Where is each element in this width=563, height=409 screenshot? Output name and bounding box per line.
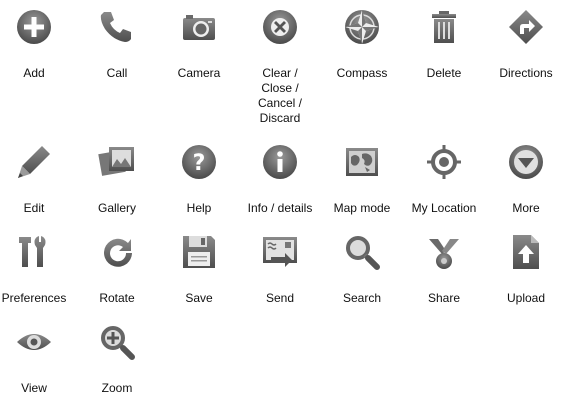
camera-icon — [180, 8, 218, 46]
map-icon — [343, 143, 381, 181]
upload-label: Upload — [506, 291, 546, 305]
upload-icon — [507, 233, 545, 271]
edit-label: Edit — [23, 201, 45, 215]
save-label: Save — [185, 291, 213, 305]
phone-icon — [98, 8, 136, 46]
call-label: Call — [106, 66, 128, 80]
share-icon — [425, 233, 463, 271]
mylocation-label: My Location — [411, 201, 477, 215]
zoom-in-icon — [98, 323, 136, 361]
compass-label: Compass — [336, 66, 388, 80]
directions-label: Directions — [499, 66, 553, 80]
share-label: Share — [427, 291, 461, 305]
pencil-icon — [15, 143, 53, 181]
trash-icon — [425, 8, 463, 46]
help-icon: ? — [180, 143, 218, 181]
target-icon — [425, 143, 463, 181]
zoom-label: Zoom — [101, 381, 133, 395]
compass-icon — [343, 8, 381, 46]
search-label: Search — [342, 291, 382, 305]
gallery-icon — [98, 143, 136, 181]
eye-icon — [15, 323, 53, 361]
delete-label: Delete — [426, 66, 462, 80]
directions-icon — [507, 8, 545, 46]
add-icon — [15, 8, 53, 46]
tools-icon — [15, 233, 53, 271]
search-icon — [343, 233, 381, 271]
help-label: Help — [186, 201, 212, 215]
more-label: More — [512, 201, 540, 215]
rotate-label: Rotate — [99, 291, 135, 305]
close-icon — [261, 8, 299, 46]
mapmode-label: Map mode — [333, 201, 391, 215]
add-label: Add — [23, 66, 45, 80]
send-icon — [261, 233, 299, 271]
info-icon — [261, 143, 299, 181]
icon-grid: Add Call Camera Clear / Close / Cancel /… — [0, 0, 563, 409]
floppy-disk-icon — [180, 233, 218, 271]
gallery-label: Gallery — [97, 201, 136, 215]
send-label: Send — [265, 291, 295, 305]
view-label: View — [21, 381, 47, 395]
rotate-icon — [98, 233, 136, 271]
preferences-label: Preferences — [1, 291, 67, 305]
close-label: Clear / Close / Cancel / Discard — [257, 66, 303, 125]
chevron-down-icon — [507, 143, 545, 181]
info-label: Info / details — [247, 201, 313, 215]
svg-text:?: ? — [193, 151, 206, 176]
camera-label: Camera — [177, 66, 221, 80]
